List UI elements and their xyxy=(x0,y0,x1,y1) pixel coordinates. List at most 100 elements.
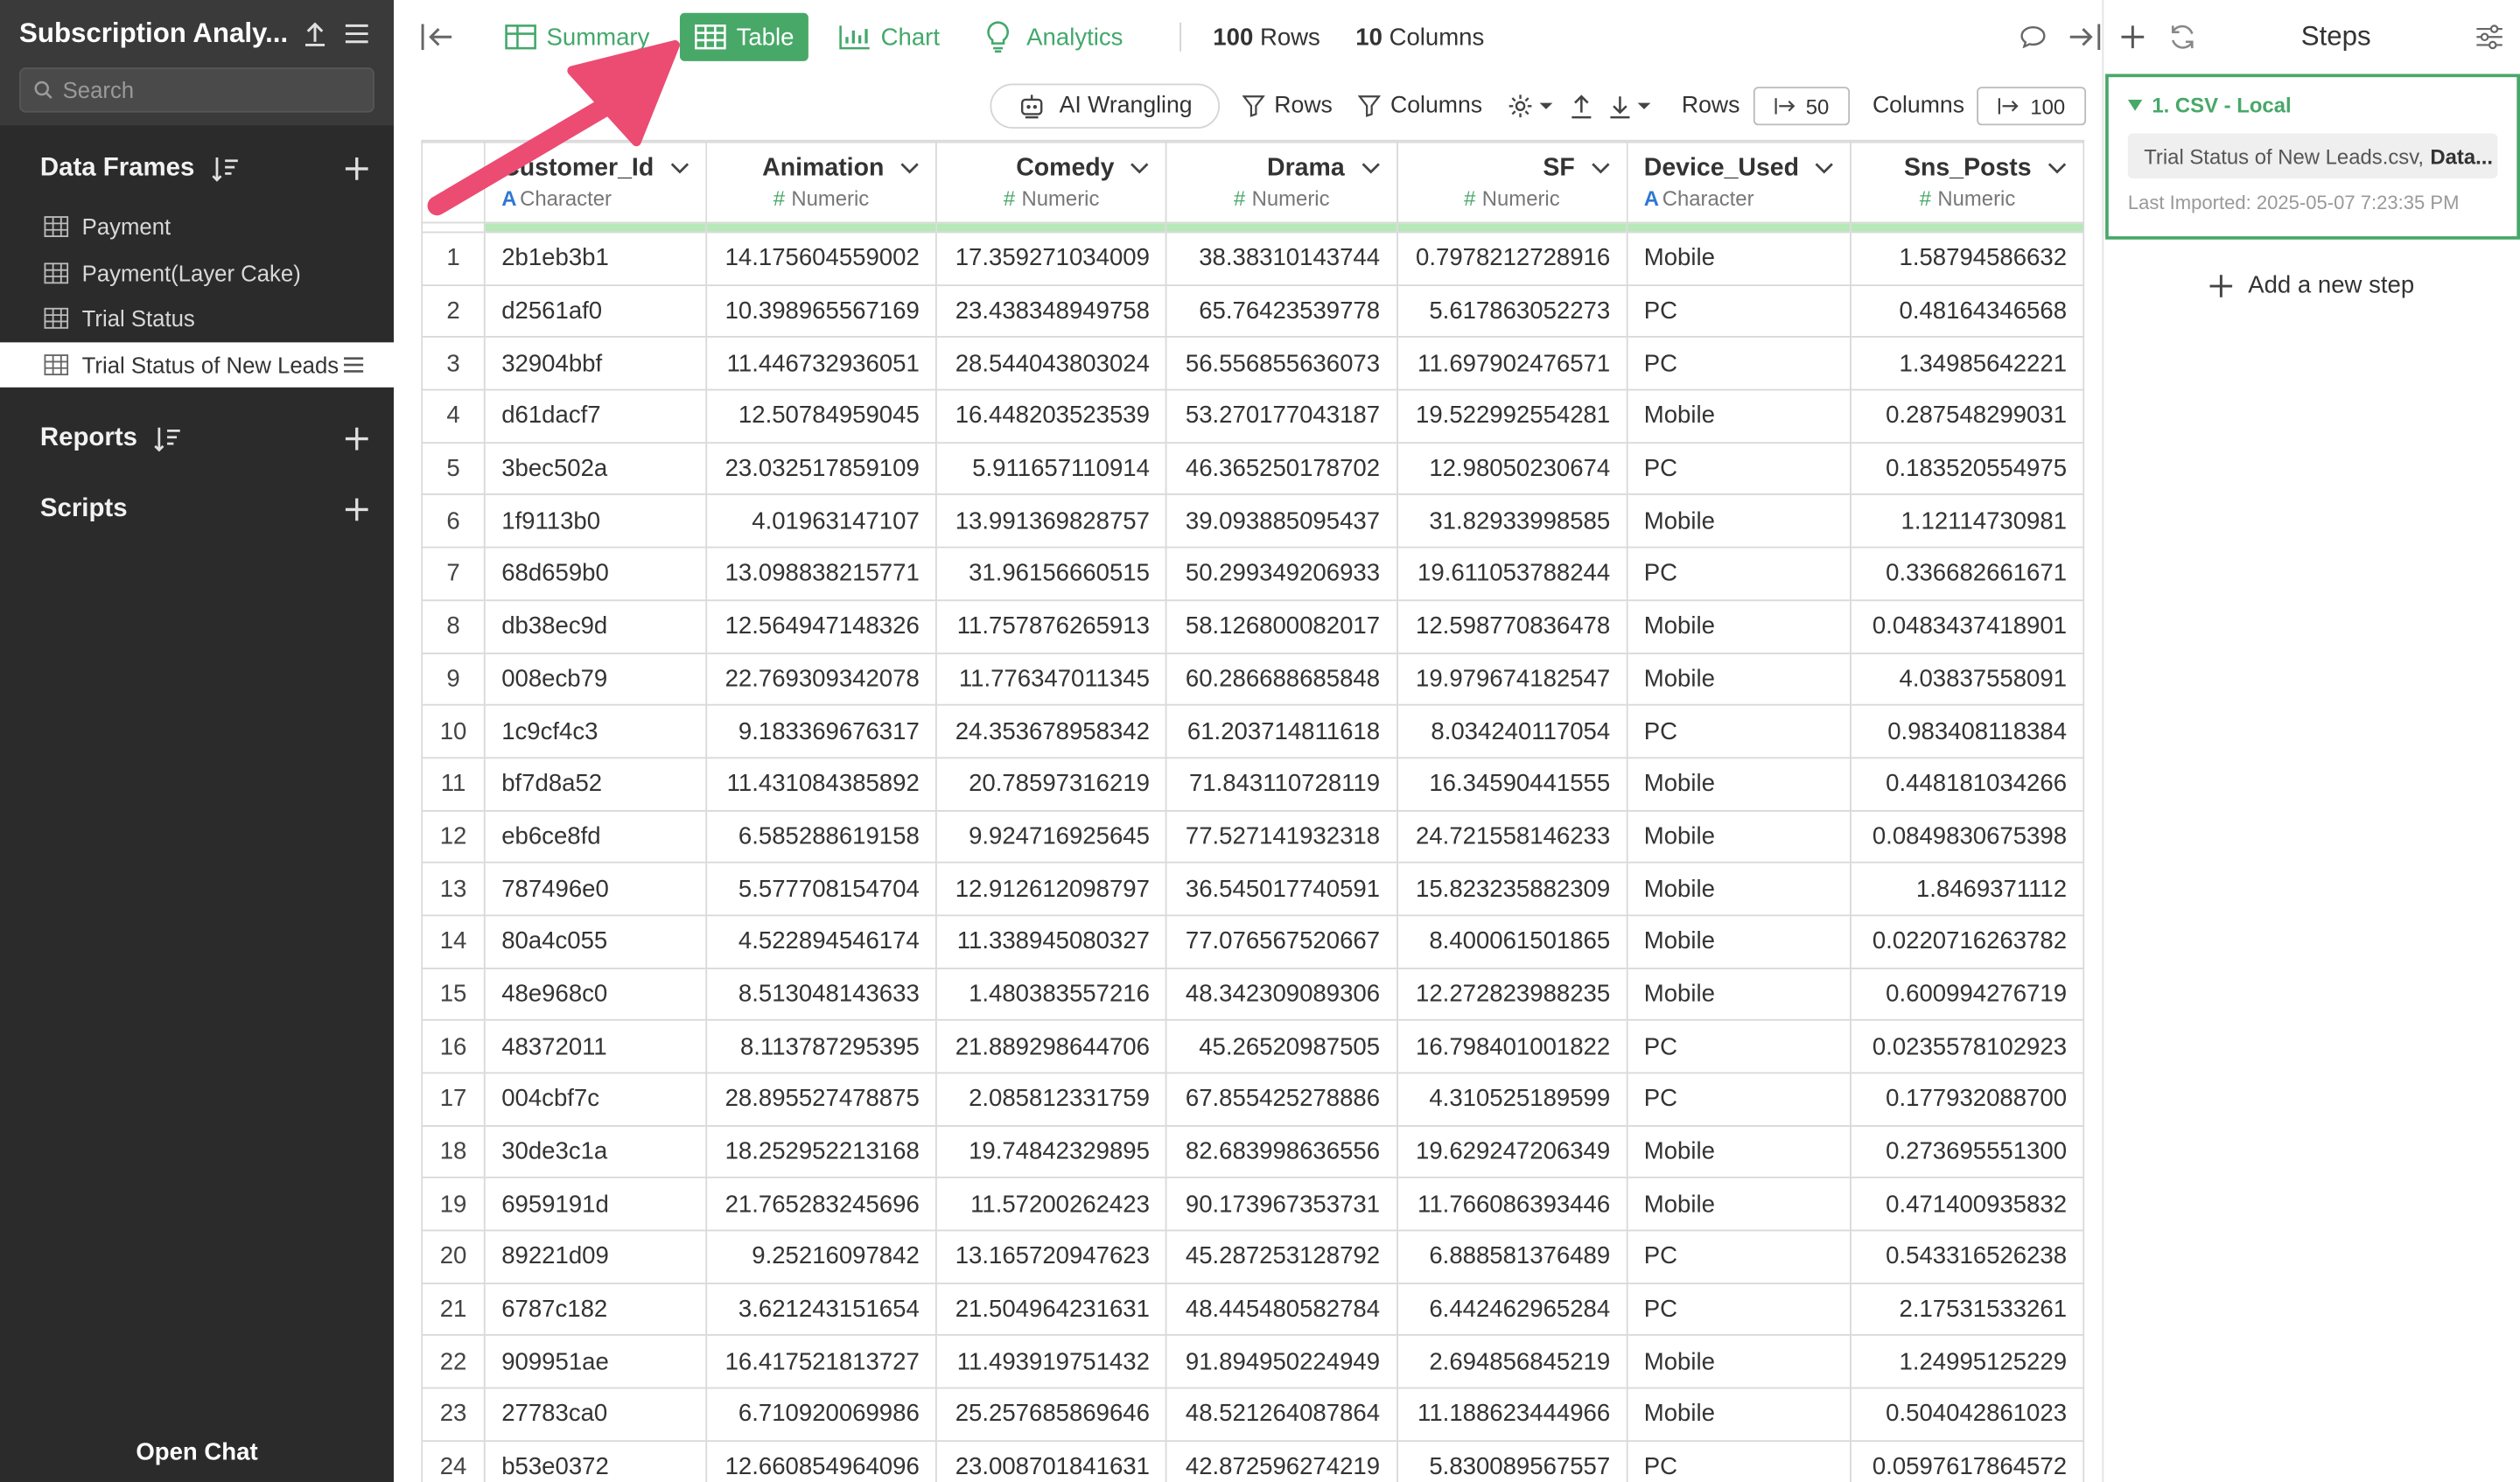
table-cell[interactable]: 1.480383557216 xyxy=(935,967,1168,1022)
table-cell[interactable]: 0.183520554975 xyxy=(1850,441,2085,496)
table-cell[interactable]: 6787c182 xyxy=(484,1282,707,1337)
search-input[interactable] xyxy=(62,77,353,103)
table-cell[interactable]: Mobile xyxy=(1626,809,1852,864)
table-cell[interactable]: 12.50784959045 xyxy=(705,388,937,444)
download-dropdown[interactable] xyxy=(1609,94,1653,119)
table-cell[interactable]: 15.823235882309 xyxy=(1396,862,1628,917)
table-cell[interactable]: 16.448203523539 xyxy=(935,388,1168,444)
table-cell[interactable]: 9.924716925645 xyxy=(935,809,1168,864)
table-cell[interactable]: 77.527141932318 xyxy=(1166,809,1398,864)
table-cell[interactable]: Mobile xyxy=(1626,757,1852,812)
table-row[interactable]: 4 d61dacf7 12.50784959045 16.448203523539 53… xyxy=(421,388,2085,444)
open-chat-button[interactable]: Open Chat xyxy=(0,1438,394,1465)
table-cell[interactable]: 48e968c0 xyxy=(484,967,707,1022)
table-cell[interactable]: 6.710920069986 xyxy=(705,1387,937,1442)
filter-rows-button[interactable]: Rows xyxy=(1242,94,1333,119)
item-menu-icon[interactable] xyxy=(342,355,365,374)
table-row[interactable]: 8 db38ec9d 12.564947148326 11.757876265913 5… xyxy=(421,598,2085,654)
table-cell[interactable]: 0.983408118384 xyxy=(1850,704,2085,758)
table-cell[interactable]: 91.894950224949 xyxy=(1166,1334,1398,1389)
table-cell[interactable]: 6959191d xyxy=(484,1177,707,1232)
column-header[interactable]: Animation # Numeric xyxy=(705,141,937,224)
table-cell[interactable]: 16.798401001822 xyxy=(1396,1019,1628,1074)
table-cell[interactable]: Mobile xyxy=(1626,493,1852,549)
table-cell[interactable]: 68d659b0 xyxy=(484,546,707,601)
comment-icon[interactable] xyxy=(2015,19,2050,54)
table-cell[interactable]: 19.74842329895 xyxy=(935,1124,1168,1179)
table-cell[interactable]: 6.585288619158 xyxy=(705,809,937,864)
tab-analytics[interactable]: Analytics xyxy=(970,13,1138,61)
step-name[interactable]: 1. CSV - Local xyxy=(2127,94,2497,117)
table-cell[interactable]: 30de3c1a xyxy=(484,1124,707,1179)
table-cell[interactable]: 8.400061501865 xyxy=(1396,914,1628,969)
table-cell[interactable]: d61dacf7 xyxy=(484,388,707,444)
table-cell[interactable]: 0.0235578102923 xyxy=(1850,1019,2085,1074)
table-cell[interactable]: PC xyxy=(1626,336,1852,391)
table-cell[interactable]: 90.173967353731 xyxy=(1166,1177,1398,1232)
table-cell[interactable]: Mobile xyxy=(1626,1334,1852,1389)
table-cell[interactable]: 13.098838215771 xyxy=(705,546,937,601)
table-cell[interactable]: 19.522992554281 xyxy=(1396,388,1628,444)
table-cell[interactable]: 23.008701841631 xyxy=(935,1439,1168,1482)
table-cell[interactable]: PC xyxy=(1626,1229,1852,1284)
table-cell[interactable]: 19.611053788244 xyxy=(1396,546,1628,601)
table-cell[interactable]: 11.446732936051 xyxy=(705,336,937,391)
table-cell[interactable]: 0.448181034266 xyxy=(1850,757,2085,812)
table-cell[interactable]: PC xyxy=(1626,1019,1852,1074)
table-cell[interactable]: 11.776347011345 xyxy=(935,652,1168,706)
table-cell[interactable]: 4.03837558091 xyxy=(1850,652,2085,706)
table-cell[interactable]: d2561af0 xyxy=(484,283,707,339)
table-row[interactable]: 11 bf7d8a52 11.431084385892 20.78597316219 7… xyxy=(421,757,2085,812)
table-row[interactable]: 1 2b1eb3b1 14.175604559002 17.359271034009 3… xyxy=(421,231,2085,286)
table-cell[interactable]: Mobile xyxy=(1626,1387,1852,1442)
table-cell[interactable]: 0.177932088700 xyxy=(1850,1072,2085,1127)
table-row[interactable]: 16 48372011 8.113787295395 21.889298644706 4… xyxy=(421,1019,2085,1074)
table-cell[interactable]: 12.598770836478 xyxy=(1396,598,1628,654)
table-cell[interactable]: 0.273695551300 xyxy=(1850,1124,2085,1179)
column-header[interactable]: Drama # Numeric xyxy=(1166,141,1398,224)
table-cell[interactable]: 46.365250178702 xyxy=(1166,441,1398,496)
table-cell[interactable]: 10.398965567169 xyxy=(705,283,937,339)
table-cell[interactable]: 4.01963147107 xyxy=(705,493,937,549)
add-report-icon[interactable] xyxy=(342,424,371,453)
table-cell[interactable]: 1.24995125229 xyxy=(1850,1334,2085,1389)
table-cell[interactable]: 0.600994276719 xyxy=(1850,967,2085,1022)
table-cell[interactable]: 48372011 xyxy=(484,1019,707,1074)
table-cell[interactable]: 45.287253128792 xyxy=(1166,1229,1398,1284)
chevron-down-icon[interactable] xyxy=(670,163,690,176)
table-cell[interactable]: 11.188623444966 xyxy=(1396,1387,1628,1442)
table-cell[interactable]: 1.12114730981 xyxy=(1850,493,2085,549)
table-cell[interactable]: 20.78597316219 xyxy=(935,757,1168,812)
table-cell[interactable]: 11.57200262423 xyxy=(935,1177,1168,1232)
table-cell[interactable]: 58.126800082017 xyxy=(1166,598,1398,654)
table-cell[interactable]: 0.0597617864572 xyxy=(1850,1439,2085,1482)
table-row[interactable]: 12 eb6ce8fd 6.585288619158 9.924716925645 77… xyxy=(421,809,2085,864)
tab-chart[interactable]: Chart xyxy=(824,13,954,61)
table-cell[interactable]: 31.96156660515 xyxy=(935,546,1168,601)
chevron-down-icon[interactable] xyxy=(1591,163,1610,176)
tab-summary[interactable]: Summary xyxy=(490,13,664,61)
table-cell[interactable]: Mobile xyxy=(1626,914,1852,969)
sort-icon[interactable] xyxy=(153,424,182,453)
table-cell[interactable]: 6.888581376489 xyxy=(1396,1229,1628,1284)
table-cell[interactable]: 1.8469371112 xyxy=(1850,862,2085,917)
sort-icon[interactable] xyxy=(211,154,240,183)
table-cell[interactable]: 53.270177043187 xyxy=(1166,388,1398,444)
table-cell[interactable]: 0.0220716263782 xyxy=(1850,914,2085,969)
table-cell[interactable]: 16.34590441555 xyxy=(1396,757,1628,812)
table-cell[interactable]: 18.252952213168 xyxy=(705,1124,937,1179)
table-cell[interactable]: 6.442462965284 xyxy=(1396,1282,1628,1337)
table-row[interactable]: 17 004cbf7c 28.895527478875 2.085812331759 6… xyxy=(421,1072,2085,1127)
table-cell[interactable]: 12.564947148326 xyxy=(705,598,937,654)
upload-icon[interactable] xyxy=(298,16,332,51)
table-cell[interactable]: Mobile xyxy=(1626,862,1852,917)
table-cell[interactable]: 39.093885095437 xyxy=(1166,493,1398,549)
table-cell[interactable]: 28.895527478875 xyxy=(705,1072,937,1127)
table-row[interactable]: 21 6787c182 3.621243151654 21.504964231631 4… xyxy=(421,1282,2085,1337)
table-cell[interactable]: Mobile xyxy=(1626,598,1852,654)
table-cell[interactable]: 8.034240117054 xyxy=(1396,704,1628,758)
table-cell[interactable]: 21.504964231631 xyxy=(935,1282,1168,1337)
sidebar-item-trial-status[interactable]: Trial Status xyxy=(0,296,394,341)
columns-limit-button[interactable]: 100 xyxy=(1977,87,2087,126)
table-cell[interactable]: db38ec9d xyxy=(484,598,707,654)
